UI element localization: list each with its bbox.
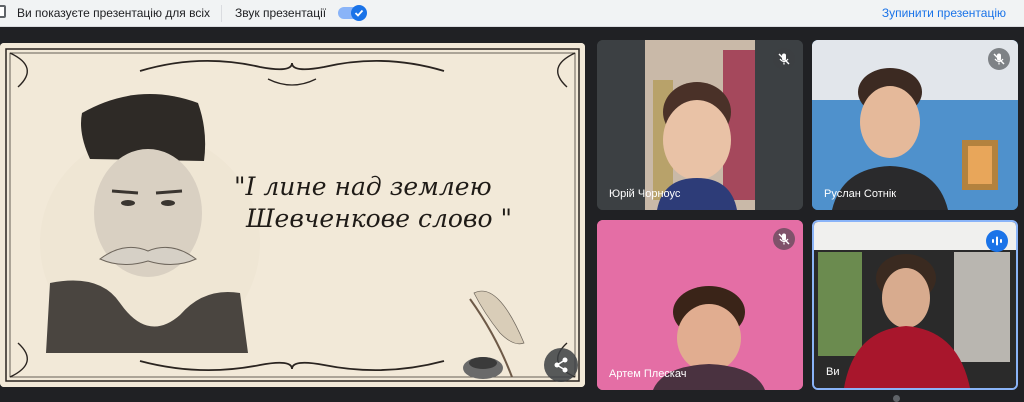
muted-indicator (988, 48, 1010, 70)
share-icon (554, 357, 568, 373)
participant-video (597, 40, 803, 210)
participant-tile[interactable]: Руслан Сотнік (812, 40, 1018, 210)
mic-off-icon (778, 53, 790, 65)
presentation-slide: "І лине над землею Шевченкове слово " (0, 43, 585, 387)
mic-off-icon (993, 53, 1005, 65)
participant-video (812, 40, 1018, 210)
slide-quote-line2: Шевченкове слово " (245, 204, 512, 233)
self-video (814, 222, 1016, 388)
show-all-label: Ви показуєте презентацію для всіх (17, 6, 211, 20)
participant-name: Руслан Сотнік (824, 188, 897, 200)
show-all-checkbox[interactable] (0, 5, 6, 18)
speaking-indicator (986, 230, 1008, 252)
participant-name: Артем Плескач (609, 368, 687, 380)
share-button[interactable] (544, 348, 578, 382)
participant-name: Ви (826, 366, 840, 378)
presenting-bar: Ви показуєте презентацію для всіх Звук п… (0, 0, 1024, 27)
participant-name: Юрій Чорноус (609, 188, 681, 200)
participant-video (597, 220, 803, 390)
stop-presenting-button[interactable]: Зупинити презентацію (882, 6, 1006, 20)
sound-label: Звук презентації (235, 6, 327, 20)
checkmark-icon (354, 9, 364, 17)
divider (221, 5, 222, 22)
muted-indicator (773, 228, 795, 250)
self-view-tile[interactable]: Ви (812, 220, 1018, 390)
slide-artwork: "І лине над землею Шевченкове слово " (0, 43, 585, 387)
audio-level-icon (992, 236, 1002, 246)
participant-tile[interactable]: Артем Плескач (597, 220, 803, 390)
muted-indicator (773, 48, 795, 70)
slide-quote-line1: "І лине над землею (234, 172, 492, 201)
participant-tile[interactable]: Юрій Чорноус (597, 40, 803, 210)
page-indicator-dot (893, 395, 900, 402)
mic-off-icon (778, 233, 790, 245)
sound-toggle[interactable] (338, 5, 367, 21)
toggle-knob (351, 5, 367, 21)
